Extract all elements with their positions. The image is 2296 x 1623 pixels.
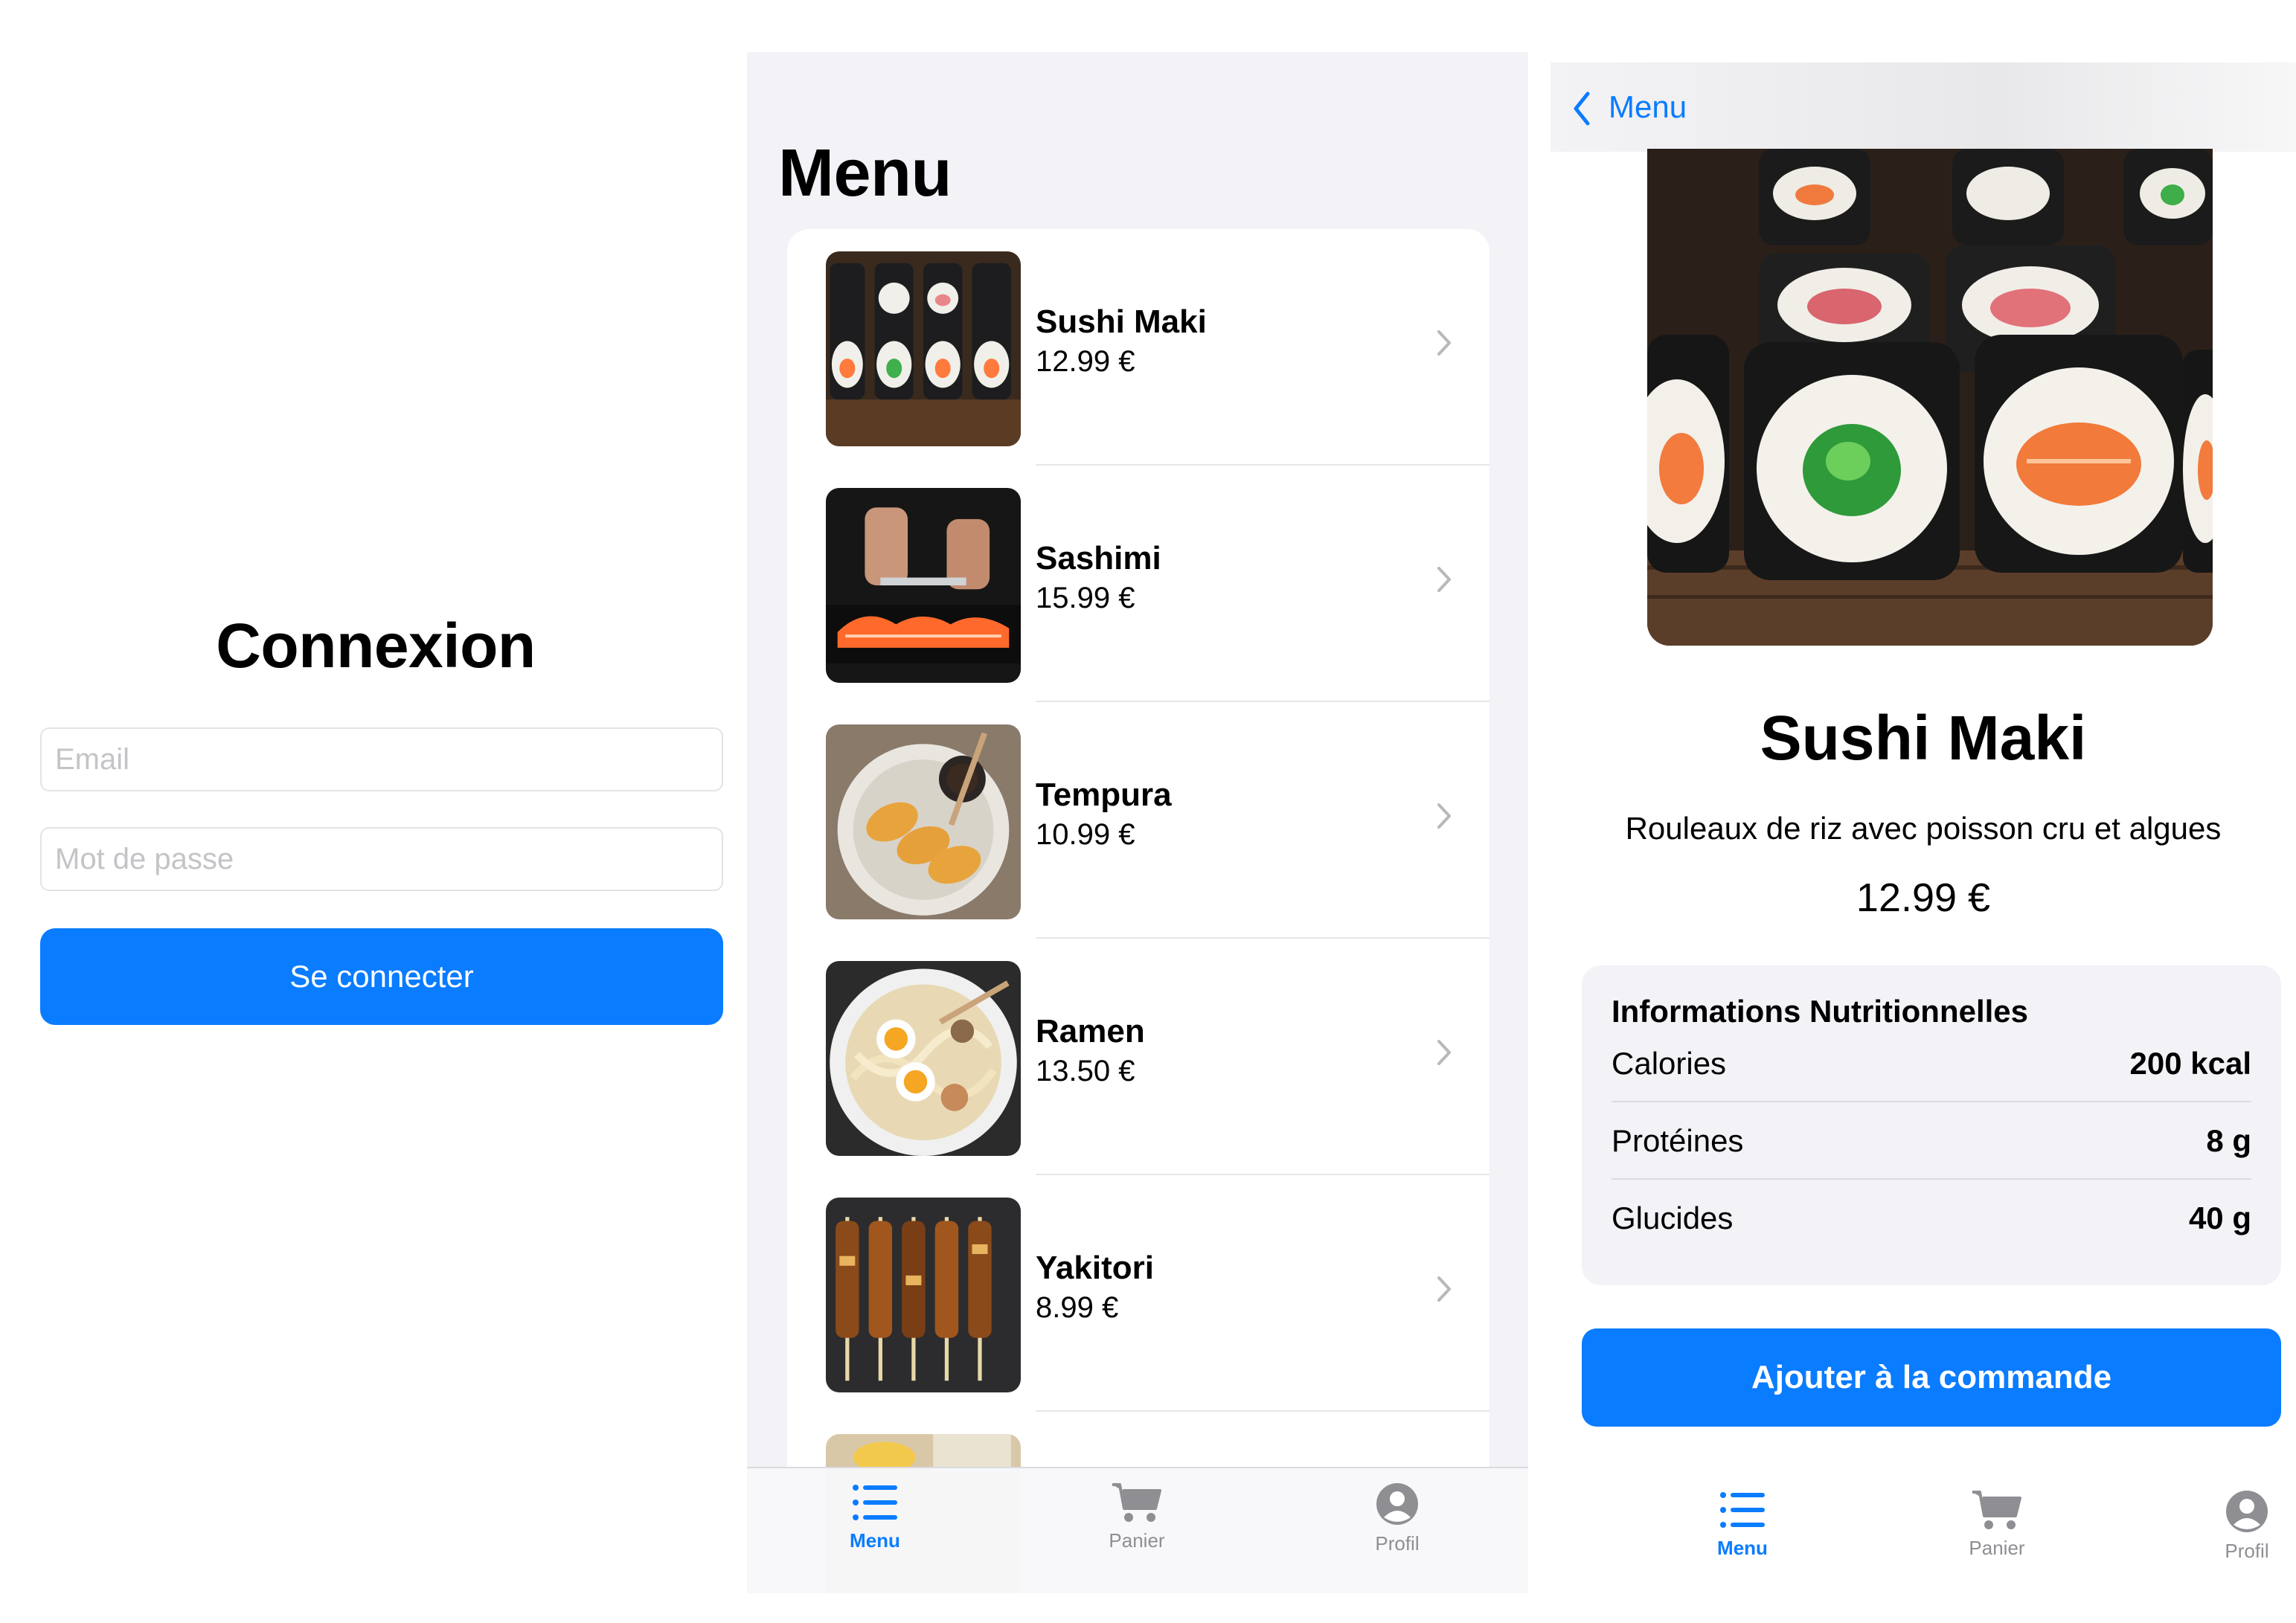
tab-profil[interactable]: Profil	[1323, 1482, 1472, 1555]
detail-screen: Menu Sushi Maki Rouleaux de riz avec poi…	[1551, 62, 2296, 1623]
menu-item-tempura[interactable]: Tempura 10.99 €	[787, 702, 1489, 939]
nutrition-row-glucides: Glucides 40 g	[1612, 1180, 2251, 1257]
chevron-left-icon[interactable]	[1570, 89, 1592, 128]
product-title: Sushi Maki	[1760, 703, 2087, 773]
menu-item-yakitori[interactable]: Yakitori 8.99 €	[787, 1175, 1489, 1412]
nutrition-value: 200 kcal	[2129, 1046, 2252, 1081]
email-input[interactable]	[42, 729, 722, 790]
item-name: Ramen	[1036, 1013, 1145, 1050]
login-screen: Connexion Se connecter	[0, 0, 744, 1623]
password-field[interactable]	[40, 827, 723, 891]
nutrition-label: Protéines	[1612, 1123, 1744, 1158]
item-price: 15.99 €	[1036, 582, 1135, 614]
person-circle-icon	[1376, 1483, 1418, 1525]
item-price: 10.99 €	[1036, 818, 1135, 851]
tab-menu[interactable]: Menu	[801, 1482, 949, 1552]
menu-list: Sushi Maki 12.99 € Sashimi 15.99 € Tempu…	[787, 229, 1489, 1593]
list-icon	[1720, 1492, 1765, 1528]
item-name: Sushi Maki	[1036, 303, 1207, 340]
tempura-photo	[826, 724, 1021, 919]
tab-label: Menu	[850, 1529, 900, 1552]
menu-item-sushi-maki[interactable]: Sushi Maki 12.99 €	[787, 229, 1489, 466]
tab-panier[interactable]: Panier	[1923, 1489, 2071, 1560]
login-button[interactable]: Se connecter	[40, 928, 723, 1025]
add-to-order-button[interactable]: Ajouter à la commande	[1582, 1328, 2281, 1427]
item-price: 8.99 €	[1036, 1291, 1119, 1324]
nutrition-row-calories: Calories 200 kcal	[1612, 1025, 2251, 1102]
tab-label: Panier	[1109, 1529, 1165, 1552]
nutrition-value: 8 g	[2206, 1123, 2251, 1158]
email-field[interactable]	[40, 727, 723, 791]
item-price: 12.99 €	[1036, 345, 1135, 378]
ramen-photo	[826, 961, 1021, 1156]
tab-panier[interactable]: Panier	[1062, 1482, 1211, 1552]
product-price: 12.99 €	[1856, 875, 1991, 920]
nutrition-card: Informations Nutritionnelles Calories 20…	[1582, 965, 2281, 1285]
login-title: Connexion	[216, 611, 536, 681]
sushi-maki-photo	[1647, 149, 2213, 646]
chevron-right-icon	[1437, 1276, 1451, 1302]
tab-label: Profil	[1375, 1532, 1420, 1555]
password-input[interactable]	[42, 829, 722, 890]
back-button[interactable]: Menu	[1609, 89, 1687, 125]
tab-label: Menu	[1717, 1537, 1768, 1559]
sashimi-photo	[826, 488, 1021, 683]
nutrition-label: Glucides	[1612, 1201, 1734, 1235]
nutrition-row-proteines: Protéines 8 g	[1612, 1102, 2251, 1180]
page-title: Menu	[778, 136, 952, 210]
nutrition-value: 40 g	[2188, 1201, 2251, 1235]
chevron-right-icon	[1437, 330, 1451, 356]
product-description: Rouleaux de riz avec poisson cru et algu…	[1625, 811, 2222, 846]
menu-screen: Menu Sushi Maki 12.99 € Sashimi 15.99 € …	[747, 52, 1528, 1593]
item-name: Sashimi	[1036, 540, 1161, 576]
sushi-maki-photo	[826, 251, 1021, 446]
item-price: 13.50 €	[1036, 1055, 1135, 1087]
chevron-right-icon	[1437, 1040, 1451, 1065]
tab-profil[interactable]: Profil	[2172, 1489, 2296, 1563]
chevron-right-icon	[1437, 803, 1451, 829]
item-name: Tempura	[1036, 777, 1172, 813]
tab-bar: Menu Panier Profil	[1551, 1461, 2296, 1623]
tab-bar: Menu Panier Profil	[747, 1467, 1528, 1593]
menu-item-sashimi[interactable]: Sashimi 15.99 €	[787, 466, 1489, 702]
nutrition-label: Calories	[1612, 1046, 1727, 1081]
menu-item-ramen[interactable]: Ramen 13.50 €	[787, 939, 1489, 1175]
nutrition-title: Informations Nutritionnelles	[1612, 994, 2029, 1029]
cart-icon	[1112, 1483, 1161, 1522]
cart-icon	[1972, 1491, 2021, 1529]
tab-label: Profil	[2225, 1540, 2269, 1562]
chevron-right-icon	[1437, 567, 1451, 592]
yakitori-photo	[826, 1198, 1021, 1392]
list-icon	[853, 1485, 897, 1520]
tab-label: Panier	[1969, 1537, 2025, 1559]
tab-menu[interactable]: Menu	[1668, 1489, 1817, 1560]
item-name: Yakitori	[1036, 1250, 1154, 1286]
person-circle-icon	[2226, 1491, 2268, 1532]
